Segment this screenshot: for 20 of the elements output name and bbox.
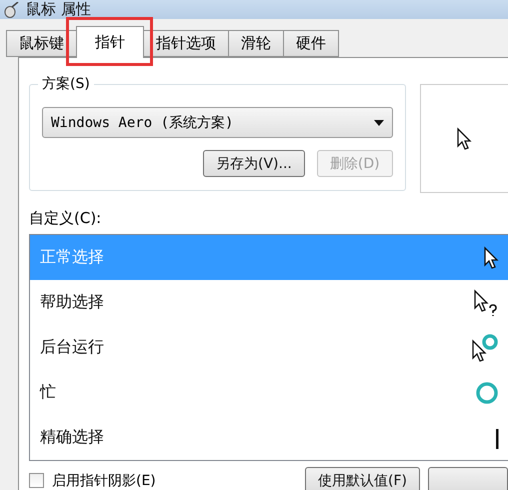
default-button[interactable]: 使用默认值(F) [305,467,420,490]
shadow-checkbox[interactable] [29,473,44,488]
tab[interactable]: 鼠标键 [6,30,77,57]
busy-ring-icon [474,380,500,406]
tab[interactable]: 滑轮 [228,30,284,57]
dropdown-caret-icon [374,120,384,126]
working-cursor-icon [470,332,500,362]
window-title: 鼠标 属性 [26,0,91,19]
customize-label: 自定义(C): [29,209,102,228]
tab[interactable]: 硬件 [283,30,339,57]
checkbox-label: 启用指针阴影(E) [52,472,156,490]
group-label: 方案(S) [38,75,94,93]
help-cursor-icon [472,288,500,316]
tab[interactable]: 指针 [76,26,144,58]
arrow-cursor-icon [455,126,474,150]
browse-button[interactable] [428,467,508,490]
save-as-button[interactable]: 另存为(V)... [203,150,305,177]
arrow-cursor-icon [482,246,500,270]
scheme-dropdown[interactable]: Windows Aero (系统方案) [42,107,393,138]
tab[interactable]: 指针选项 [143,30,229,57]
